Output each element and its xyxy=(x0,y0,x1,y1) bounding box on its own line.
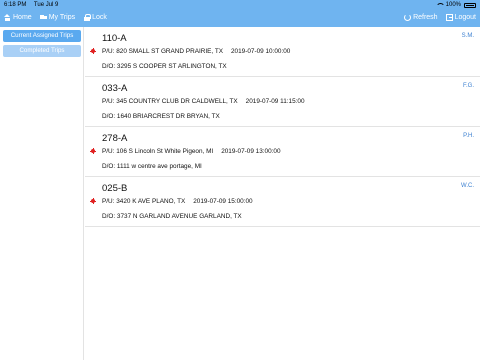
battery-icon xyxy=(464,2,476,8)
completed-trips-button[interactable]: Completed Trips xyxy=(3,45,81,57)
logout-button[interactable]: Logout xyxy=(445,14,476,21)
trip-id: 110-A xyxy=(102,33,127,44)
battery-percent: 100% xyxy=(445,2,461,8)
trip-row[interactable]: 033-A F.G. P/U: 345 COUNTRY CLUB DR CALD… xyxy=(85,77,480,127)
alert-icon xyxy=(90,48,96,54)
trip-row[interactable]: 110-A S.M. P/U: 820 SMALL ST GRAND PRAIR… xyxy=(85,27,480,77)
pickup-time: 2019-07-09 10:00:00 xyxy=(231,48,291,55)
pickup-address: P/U: 3420 K AVE PLANO, TX xyxy=(102,198,186,205)
dropoff-address: D/O: 1111 w centre ave portage, MI xyxy=(102,163,202,170)
refresh-label: Refresh xyxy=(413,14,438,21)
logout-icon xyxy=(445,14,453,21)
pickup-time: 2019-07-09 11:15:00 xyxy=(245,98,305,105)
truck-icon xyxy=(39,14,47,21)
lock-button[interactable]: Lock xyxy=(83,14,107,21)
home-button[interactable]: Home xyxy=(4,14,32,21)
my-trips-button[interactable]: My Trips xyxy=(39,14,76,21)
status-date: Tue Jul 9 xyxy=(33,2,59,8)
lock-label: Lock xyxy=(92,14,107,21)
trip-row[interactable]: 025-B W.C. P/U: 3420 K AVE PLANO, TX 2019… xyxy=(85,177,480,227)
alert-icon xyxy=(90,198,96,204)
trip-row[interactable]: 278-A P.H. P/U: 106 S Lincoln St White P… xyxy=(85,127,480,177)
driver-initials: S.M. xyxy=(461,33,474,39)
home-label: Home xyxy=(13,14,32,21)
dropoff-address: D/O: 3737 N GARLAND AVENUE GARLAND, TX xyxy=(102,213,242,220)
trip-id: 033-A xyxy=(102,83,128,94)
trip-pickup: P/U: 820 SMALL ST GRAND PRAIRIE, TX 2019-… xyxy=(102,48,290,55)
logout-label: Logout xyxy=(454,14,476,21)
trip-pickup: P/U: 106 S Lincoln St White Pigeon, MI 20… xyxy=(102,148,281,155)
trip-id: 278-A xyxy=(102,133,128,144)
trip-pickup: P/U: 3420 K AVE PLANO, TX 2019-07-09 15:0… xyxy=(102,198,253,205)
home-icon xyxy=(4,14,11,21)
my-trips-label: My Trips xyxy=(48,14,76,21)
alert-icon xyxy=(90,148,96,154)
trip-list: 110-A S.M. P/U: 820 SMALL ST GRAND PRAIR… xyxy=(85,27,480,227)
dropoff-address: D/O: 3295 S COOPER ST ARLINGTON, TX xyxy=(102,63,227,70)
pickup-address: P/U: 106 S Lincoln St White Pigeon, MI xyxy=(102,148,214,155)
driver-initials: F.G. xyxy=(462,83,474,89)
refresh-icon xyxy=(404,14,412,21)
pickup-time: 2019-07-09 15:00:00 xyxy=(193,198,253,205)
trip-id: 025-B xyxy=(102,183,128,194)
driver-initials: P.H. xyxy=(463,133,474,139)
lock-icon xyxy=(83,14,91,21)
refresh-button[interactable]: Refresh xyxy=(404,14,438,21)
driver-initials: W.C. xyxy=(461,183,474,189)
pickup-address: P/U: 345 COUNTRY CLUB DR CALDWELL, TX xyxy=(102,98,238,105)
wifi-icon xyxy=(435,2,445,8)
status-time: 6:18 PM xyxy=(4,2,27,8)
pickup-address: P/U: 820 SMALL ST GRAND PRAIRIE, TX xyxy=(102,48,223,55)
sidebar: Current Assigned Trips Completed Trips xyxy=(0,27,84,360)
trip-pickup: P/U: 345 COUNTRY CLUB DR CALDWELL, TX 201… xyxy=(102,98,305,105)
pickup-time: 2019-07-09 13:00:00 xyxy=(221,148,281,155)
current-assigned-trips-button[interactable]: Current Assigned Trips xyxy=(3,30,81,42)
dropoff-address: D/O: 1640 BRIARCREST DR BRYAN, TX xyxy=(102,113,220,120)
status-bar: 6:18 PM Tue Jul 9 100% xyxy=(0,0,480,10)
nav-bar: Home My Trips Lock Refresh Logout xyxy=(0,10,480,27)
